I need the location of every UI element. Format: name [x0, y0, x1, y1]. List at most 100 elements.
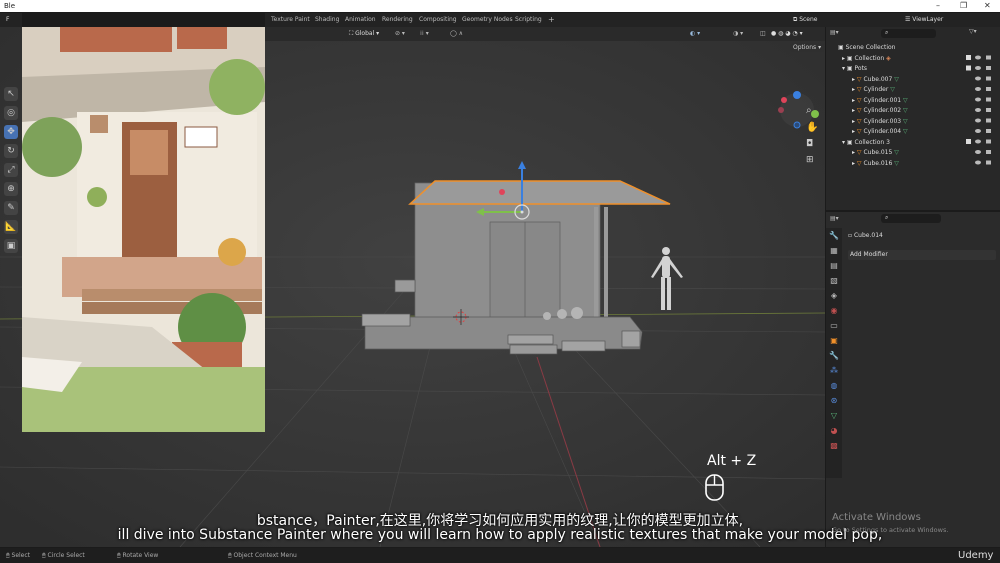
outliner-item-label: Cube.007 — [863, 75, 893, 83]
tool-tab-icon[interactable]: 🔧 — [826, 228, 842, 243]
object-name-label: Cube.014 — [853, 232, 883, 239]
outliner-item-label: Pots — [854, 65, 868, 72]
tab-scripting[interactable]: Scripting — [515, 13, 542, 27]
selected-roof[interactable] — [408, 180, 671, 205]
title-bar: Ble — [0, 0, 1000, 12]
object-name: ▫ Cube.014 — [848, 232, 883, 239]
3d-viewport[interactable]: Alt + Z ⌕ ✋ ◘ ⊞ ↖ ◎ ✥ ↻ ⤢ ⊕ ✎ 📐 ▣ — [0, 27, 825, 547]
tab-compositing[interactable]: Compositing — [419, 13, 457, 27]
move-tool-icon[interactable]: ✥ — [4, 125, 18, 139]
pan-hand-icon[interactable]: ✋ — [806, 122, 818, 133]
add-cube-tool-icon[interactable]: ▣ — [4, 239, 18, 253]
rotate-tool-icon[interactable]: ↻ — [4, 144, 18, 158]
tab-geometry-nodes[interactable]: Geometry Nodes — [462, 13, 513, 27]
outliner-editor-icon[interactable]: ▤▾ — [830, 29, 839, 36]
tab-rendering[interactable]: Rendering — [382, 13, 413, 27]
output-tab-icon[interactable]: ▤ — [826, 258, 842, 273]
scale-tool-icon[interactable]: ⤢ — [4, 163, 18, 177]
add-modifier-dropdown[interactable]: Add Modifier — [848, 250, 996, 260]
zoom-icon[interactable]: ⌕ — [806, 105, 812, 116]
visibility-toggles[interactable] — [966, 53, 996, 183]
scene-collection-label: Scene Collection — [845, 44, 896, 51]
status-select-label: Select — [11, 552, 31, 559]
file-menu[interactable]: F — [0, 13, 22, 27]
camera-icon[interactable]: ◘ — [806, 139, 813, 149]
outliner-item-label: Collection — [854, 54, 885, 62]
overlay-toggle-icon[interactable]: ◑ ▾ — [733, 27, 743, 41]
add-workspace-button[interactable]: + — [548, 13, 555, 27]
data-tab-icon[interactable]: ▽ — [826, 408, 842, 423]
scene-tab-icon[interactable]: ◈ — [826, 288, 842, 303]
filter-icon[interactable]: ▽▾ — [969, 28, 977, 35]
measure-tool-icon[interactable]: 📐 — [4, 220, 18, 234]
status-select: 🖱 Select — [6, 552, 31, 559]
outliner-search-input[interactable]: ⌕ — [881, 29, 936, 38]
udemy-watermark: Udemy — [958, 550, 994, 561]
modifier-tab-icon[interactable]: 🔧 — [826, 348, 842, 363]
physics-tab-icon[interactable]: ◍ — [826, 378, 842, 393]
close-button[interactable]: ✕ — [984, 0, 991, 12]
outliner-item-label: Cube.016 — [863, 159, 893, 167]
status-bar: 🖱 Select 🖱 Circle Select 🖱 Rotate View 🖱… — [0, 548, 1000, 563]
status-rotate-view-label: Rotate View — [122, 552, 159, 559]
tab-shading[interactable]: Shading — [315, 13, 339, 27]
status-context-menu-label: Object Context Menu — [233, 552, 297, 559]
pivot-icon[interactable]: ⊘ ▾ — [395, 27, 405, 41]
object-tab-icon[interactable]: ▣ — [826, 333, 842, 348]
view-layer-selector[interactable]: ☰ ViewLayer — [905, 13, 943, 27]
file-menu-label: F — [6, 16, 10, 23]
minimize-button[interactable]: – — [936, 0, 940, 12]
orientation-label: Global — [355, 30, 375, 37]
outliner-item-label: Cube.015 — [863, 149, 893, 156]
particles-tab-icon[interactable]: ⁂ — [826, 363, 842, 378]
tab-animation[interactable]: Animation — [345, 13, 376, 27]
properties-editor-icon[interactable]: ▤▾ — [830, 215, 839, 222]
options-label: Options — [793, 44, 817, 51]
options-dropdown[interactable]: Options ▾ — [790, 43, 825, 52]
select-tool-icon[interactable]: ↖ — [4, 87, 18, 101]
grid-view-icon[interactable]: ⊞ — [806, 155, 814, 165]
tool-shelf: ↖ ◎ ✥ ↻ ⤢ ⊕ ✎ 📐 ▣ — [4, 87, 20, 258]
viewport-header: ⛶ Global ▾ ⊘ ▾ ⁞⁞ ▾ ◯ ∧ ◐ ▾ ◑ ▾ ◫ ● ◍ ◕ … — [265, 27, 825, 41]
scene-label: Scene — [799, 16, 818, 23]
add-modifier-label: Add Modifier — [850, 251, 888, 258]
outliner-item-label: Collection 3 — [854, 138, 890, 146]
outliner-item-label: Cylinder.003 — [863, 117, 902, 125]
maximize-button[interactable]: ❐ — [960, 0, 967, 12]
transform-tool-icon[interactable]: ⊕ — [4, 182, 18, 196]
collection-tab-icon[interactable]: ▭ — [826, 318, 842, 333]
snap-icon[interactable]: ⁞⁞ ▾ — [420, 27, 429, 41]
proportional-edit-icon[interactable]: ◯ ∧ — [450, 27, 463, 41]
constraints-tab-icon[interactable]: ⊛ — [826, 393, 842, 408]
scene-selector[interactable]: ⧉ Scene — [793, 13, 818, 27]
xray-icon[interactable]: ◫ — [760, 27, 766, 41]
navigation-gizmo[interactable] — [775, 87, 820, 197]
material-tab-icon[interactable]: ◕ — [826, 423, 842, 438]
tab-texture-paint[interactable]: Texture Paint — [271, 13, 310, 27]
annotate-tool-icon[interactable]: ✎ — [4, 201, 18, 215]
mouse-icon — [705, 474, 724, 501]
properties-search-input[interactable]: ⌕ — [881, 214, 941, 223]
view-layer-label: ViewLayer — [912, 16, 944, 23]
outliner-item-label: Cylinder.001 — [863, 96, 902, 104]
status-rotate-view: 🖱 Rotate View — [117, 552, 159, 559]
activate-windows-subtitle: Go to Settings to activate Windows. — [832, 526, 949, 534]
status-context-menu: 🖱 Object Context Menu — [228, 552, 297, 559]
texture-tab-icon[interactable]: ▩ — [826, 438, 842, 453]
outliner-panel: ▤▾ ⌕ ▽▾ ▣ Scene Collection ▸ ▣ Collectio… — [826, 27, 1000, 210]
render-tab-icon[interactable]: ▦ — [826, 243, 842, 258]
view-layer-tab-icon[interactable]: ▧ — [826, 273, 842, 288]
gizmo-toggle-icon[interactable]: ◐ ▾ — [690, 27, 700, 41]
cursor-tool-icon[interactable]: ◎ — [4, 106, 18, 120]
shading-mode-icons[interactable]: ● ◍ ◕ ◔ ▾ — [771, 27, 803, 41]
cottage-illustration — [22, 27, 265, 432]
properties-panel: ▤▾ ⌕ ▫ Cube.014 Add Modifier — [826, 212, 1000, 547]
outliner-scene-collection[interactable]: ▣ Scene Collection — [826, 43, 1000, 54]
outliner-item-label: Cylinder.002 — [863, 107, 902, 114]
workspace-tabs-bar: Texture Paint Shading Animation Renderin… — [265, 13, 1000, 27]
transform-orientation-dropdown[interactable]: ⛶ Global ▾ — [349, 27, 379, 41]
activate-windows-title: Activate Windows — [832, 512, 921, 523]
world-tab-icon[interactable]: ◉ — [826, 303, 842, 318]
outliner-item-label: Cylinder.004 — [863, 128, 902, 135]
status-circle-select: 🖱 Circle Select — [42, 552, 85, 559]
